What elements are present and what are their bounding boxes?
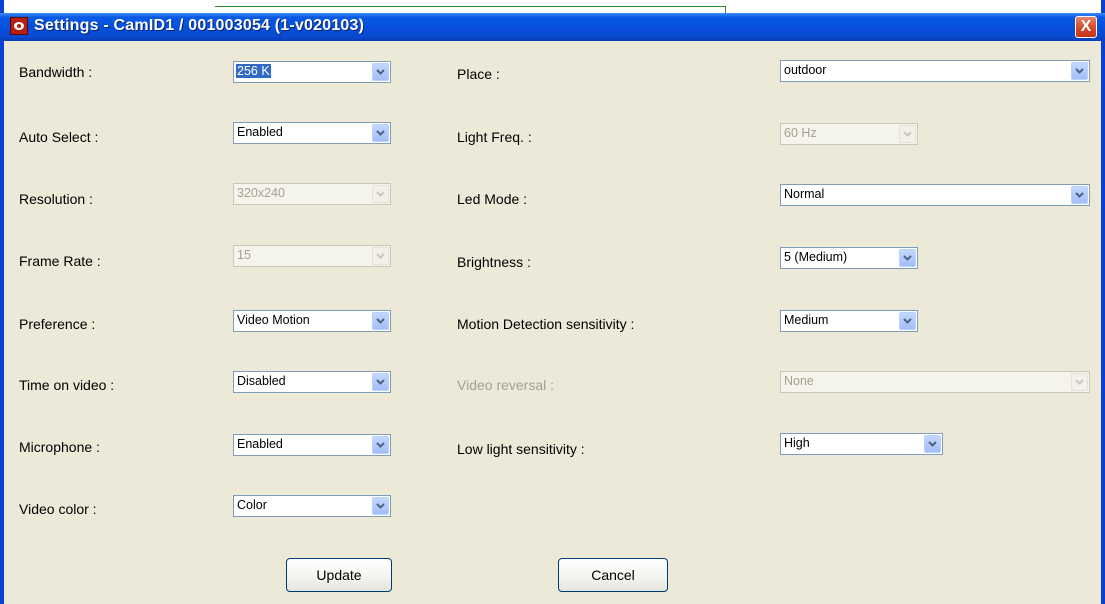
time-on-video-value: Disabled	[237, 374, 286, 388]
light-freq-value: 60 Hz	[784, 126, 817, 140]
brightness-select[interactable]: 5 (Medium)	[780, 247, 918, 269]
window-border-left	[0, 0, 4, 604]
chevron-down-icon[interactable]	[372, 63, 389, 81]
motion-detection-value: Medium	[784, 313, 829, 327]
motion-detection-select[interactable]: Medium	[780, 310, 918, 332]
chevron-down-icon[interactable]	[372, 497, 389, 515]
place-value: outdoor	[784, 63, 827, 77]
microphone-select[interactable]: Enabled	[233, 434, 391, 456]
video-reversal-select: None	[780, 371, 1090, 393]
chevron-down-icon[interactable]	[899, 312, 916, 330]
background-line	[215, 6, 725, 7]
chevron-down-icon[interactable]	[924, 435, 941, 453]
resolution-select: 320x240	[233, 183, 391, 205]
preference-value: Video Motion	[237, 313, 310, 327]
time-on-video-label: Time on video :	[19, 377, 115, 393]
brightness-value: 5 (Medium)	[784, 250, 848, 264]
led-mode-select[interactable]: Normal	[780, 184, 1090, 206]
camera-app-icon	[10, 17, 28, 35]
resolution-label: Resolution :	[19, 191, 93, 207]
microphone-value: Enabled	[237, 437, 283, 451]
led-mode-value: Normal	[784, 187, 825, 201]
video-reversal-value: None	[784, 374, 814, 388]
chevron-down-icon	[899, 125, 916, 143]
bandwidth-label: Bandwidth :	[19, 64, 93, 80]
low-light-select[interactable]: High	[780, 433, 943, 455]
video-color-value: Color	[237, 498, 267, 512]
chevron-down-icon	[372, 185, 389, 203]
chevron-down-icon	[372, 247, 389, 265]
light-freq-label: Light Freq. :	[457, 129, 532, 145]
low-light-value: High	[784, 436, 810, 450]
auto-select-value: Enabled	[237, 125, 283, 139]
frame-rate-select: 15	[233, 245, 391, 267]
frame-rate-label: Frame Rate :	[19, 253, 101, 269]
resolution-value: 320x240	[237, 186, 285, 200]
window-title: Settings - CamID1 / 001003054 (1-v020103…	[34, 17, 365, 34]
background-strip	[0, 0, 1105, 13]
video-color-label: Video color :	[19, 501, 97, 517]
auto-select-label: Auto Select :	[19, 129, 99, 145]
brightness-label: Brightness :	[457, 254, 531, 270]
close-button[interactable]: X	[1075, 16, 1097, 38]
place-select[interactable]: outdoor	[780, 60, 1090, 82]
chevron-down-icon[interactable]	[1071, 62, 1088, 80]
bandwidth-value: 256 K	[236, 64, 271, 78]
preference-select[interactable]: Video Motion	[233, 310, 391, 332]
motion-detection-label: Motion Detection sensitivity :	[457, 316, 635, 332]
chevron-down-icon[interactable]	[372, 436, 389, 454]
preference-label: Preference :	[19, 316, 96, 332]
frame-rate-value: 15	[237, 248, 251, 262]
place-label: Place :	[457, 66, 500, 82]
background-line-tick	[725, 6, 726, 13]
chevron-down-icon[interactable]	[899, 249, 916, 267]
bandwidth-select[interactable]: 256 K	[233, 61, 391, 83]
video-reversal-label: Video reversal :	[457, 377, 555, 393]
microphone-label: Microphone :	[19, 439, 100, 455]
chevron-down-icon[interactable]	[372, 312, 389, 330]
low-light-label: Low light sensitivity :	[457, 441, 585, 457]
chevron-down-icon[interactable]	[1071, 186, 1088, 204]
update-button[interactable]: Update	[286, 558, 392, 592]
video-color-select[interactable]: Color	[233, 495, 391, 517]
chevron-down-icon[interactable]	[372, 124, 389, 142]
window-border-right	[1101, 0, 1105, 604]
title-bar[interactable]: Settings - CamID1 / 001003054 (1-v020103…	[0, 13, 1105, 41]
light-freq-select: 60 Hz	[780, 123, 918, 145]
time-on-video-select[interactable]: Disabled	[233, 371, 391, 393]
chevron-down-icon[interactable]	[372, 373, 389, 391]
led-mode-label: Led Mode :	[457, 191, 528, 207]
cancel-button[interactable]: Cancel	[558, 558, 668, 592]
chevron-down-icon	[1071, 373, 1088, 391]
auto-select-select[interactable]: Enabled	[233, 122, 391, 144]
